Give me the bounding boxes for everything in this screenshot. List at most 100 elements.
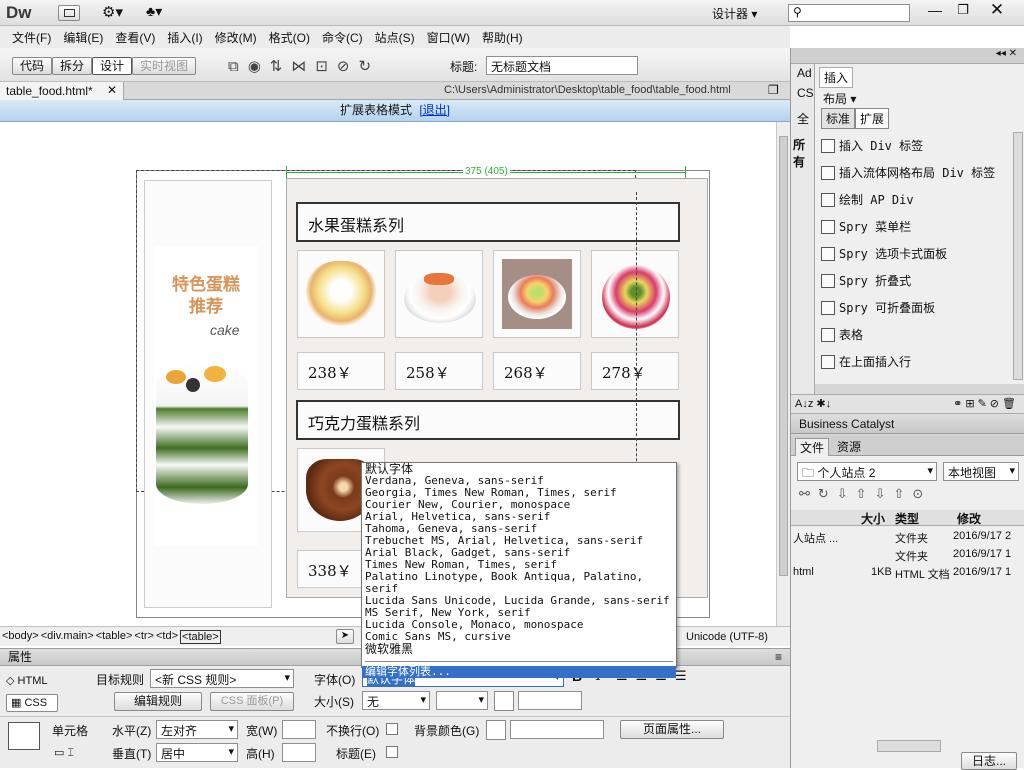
minimize-button[interactable]: — xyxy=(922,2,948,22)
text-color-input[interactable] xyxy=(518,691,582,710)
insert-item[interactable]: Spry 选项卡式面板 xyxy=(821,240,947,267)
insert-scrollbar[interactable] xyxy=(1013,132,1023,380)
files-toolbar-icons[interactable]: ⚯↻⇩⇧⇩⇧⊙ xyxy=(799,486,931,502)
panel-menu-icon[interactable]: ≡ xyxy=(775,649,782,666)
search-input[interactable]: ⚲ xyxy=(788,4,910,22)
site-icon[interactable]: ♣▾ xyxy=(146,3,162,20)
file-row[interactable]: 文件夹 2016/9/17 1 xyxy=(791,546,1024,564)
menu-item[interactable]: 修改(M) xyxy=(209,29,263,46)
category-select[interactable]: 布局 ▾ xyxy=(823,90,856,107)
restore-doc-icon[interactable]: ❐ xyxy=(768,83,779,97)
menu-item[interactable]: 格式(O) xyxy=(263,29,316,46)
header-checkbox[interactable] xyxy=(386,746,398,758)
bg-color-input[interactable] xyxy=(510,720,604,739)
insert-item[interactable]: 表格 xyxy=(821,321,863,348)
cake-image-3[interactable] xyxy=(493,250,581,338)
css-panel-button[interactable]: CSS 面板(P) xyxy=(210,692,294,711)
insert-item[interactable]: Spry 菜单栏 xyxy=(821,213,911,240)
insert-item[interactable]: 插入流体网格布局 Div 标签 xyxy=(821,159,995,186)
menu-item[interactable]: 窗口(W) xyxy=(421,29,476,46)
cake-image-4[interactable] xyxy=(591,250,679,338)
site-select[interactable]: 🗀 个人站点 2 xyxy=(797,462,937,481)
rule-action-icons[interactable]: ⚭⊞✎⊘🗑 xyxy=(953,397,1019,410)
files-hscroll[interactable] xyxy=(877,740,941,752)
tag-item[interactable]: <table> xyxy=(96,630,133,644)
file-row[interactable]: 人站点 ... 文件夹 2016/9/17 2 xyxy=(791,528,1024,546)
tag-item[interactable]: <td> xyxy=(156,630,178,644)
edit-rule-button[interactable]: 编辑规则 xyxy=(114,692,202,711)
log-button[interactable]: 日志... xyxy=(961,752,1017,770)
insert-tab[interactable]: 插入 xyxy=(819,67,854,88)
tag-item[interactable]: <div.main> xyxy=(41,630,94,644)
bg-color-picker[interactable] xyxy=(486,720,506,740)
files-tab[interactable]: 文件 xyxy=(795,438,830,457)
collapsed-tab-css[interactable]: CS xyxy=(797,86,814,100)
font-option[interactable]: 微软雅黑 xyxy=(365,643,673,655)
horiz-select[interactable]: 左对齐 xyxy=(156,720,238,739)
insert-item[interactable]: 在下面插入行 xyxy=(821,375,911,382)
design-view-button[interactable]: 设计 xyxy=(92,57,132,75)
menu-item[interactable]: 站点(S) xyxy=(369,29,421,46)
live-view-button[interactable]: 实时视图 xyxy=(132,57,196,75)
toolbar-icons[interactable]: ⧉◉⇅⋈⊡⊘↻ xyxy=(228,57,380,75)
width-input[interactable] xyxy=(282,720,316,739)
cake-image-2[interactable] xyxy=(395,250,483,338)
insert-item[interactable]: Spry 可折叠面板 xyxy=(821,294,935,321)
insert-item[interactable]: 在上面插入行 xyxy=(821,348,911,375)
html-mode-button[interactable]: ◇ HTML xyxy=(6,674,47,687)
size-unit-select[interactable] xyxy=(436,691,488,710)
col-size[interactable]: 大小 xyxy=(861,510,885,527)
business-catalyst-header[interactable]: Business Catalyst xyxy=(791,414,1024,434)
size-select[interactable]: 无 xyxy=(362,691,430,710)
close-tab-icon[interactable]: ✕ xyxy=(107,83,117,97)
menu-item[interactable]: 编辑(E) xyxy=(57,29,109,46)
workspace-switcher[interactable]: 设计器 ▾ xyxy=(712,5,757,22)
cake-image-1[interactable] xyxy=(297,250,385,338)
nowrap-checkbox[interactable] xyxy=(386,723,398,735)
edit-font-list-item[interactable]: 编辑字体列表... xyxy=(362,666,676,678)
col-modified[interactable]: 修改 xyxy=(957,510,981,527)
css-mode-button[interactable]: ▦ CSS xyxy=(6,694,58,712)
layout-menu-button[interactable] xyxy=(58,5,80,21)
assets-tab[interactable]: 资源 xyxy=(833,438,865,455)
insert-item[interactable]: 绘制 AP Div xyxy=(821,186,914,213)
menu-item[interactable]: 插入(I) xyxy=(161,29,208,46)
font-option[interactable]: Palatino Linotype, Book Antiqua, Palatin… xyxy=(365,571,673,595)
insert-item[interactable]: Spry 折叠式 xyxy=(821,267,911,294)
collapse-icon[interactable]: ◂◂ ✕ xyxy=(996,48,1017,59)
tag-item[interactable]: <table> xyxy=(180,630,221,644)
menu-item[interactable]: 文件(F) xyxy=(6,29,57,46)
title-input[interactable]: 无标题文档 xyxy=(486,56,638,75)
target-rule-select[interactable]: <新 CSS 规则> xyxy=(150,669,294,688)
subtab-standard[interactable]: 标准 xyxy=(821,108,856,129)
vert-select[interactable]: 居中 xyxy=(156,743,238,762)
split-view-button[interactable]: 拆分 xyxy=(52,57,92,75)
height-input[interactable] xyxy=(282,743,316,762)
tab-table-food[interactable]: table_food.html* ✕ xyxy=(0,82,124,100)
scroll-thumb[interactable] xyxy=(779,136,788,576)
select-tool-icon[interactable]: ➤ xyxy=(336,629,354,644)
subtab-extended[interactable]: 扩展 xyxy=(855,108,890,129)
insert-item[interactable]: 插入 Div 标签 xyxy=(821,132,923,159)
text-color-picker[interactable] xyxy=(494,691,514,711)
page-properties-button[interactable]: 页面属性... xyxy=(620,720,724,739)
code-view-button[interactable]: 代码 xyxy=(12,57,52,75)
exit-mode-link[interactable]: [退出] xyxy=(419,103,450,117)
menu-item[interactable]: 命令(C) xyxy=(316,29,369,46)
view-select[interactable]: 本地视图 xyxy=(943,462,1019,481)
collapsed-tab-all[interactable]: 全 xyxy=(797,110,809,127)
gear-icon[interactable]: ⚙▾ xyxy=(102,3,123,21)
tag-item[interactable]: <body> xyxy=(2,630,39,644)
close-button[interactable]: ✕ xyxy=(982,0,1012,22)
collapsed-tab-all-rules[interactable]: 所有 xyxy=(793,136,814,170)
tag-item[interactable]: <tr> xyxy=(134,630,154,644)
col-type[interactable]: 类型 xyxy=(895,510,919,527)
sort-icons[interactable]: A↓z ✱↓ xyxy=(795,397,831,410)
menu-item[interactable]: 帮助(H) xyxy=(476,29,529,46)
menu-item[interactable]: 查看(V) xyxy=(109,29,161,46)
file-row[interactable]: html 1KB HTML 文档 2016/9/17 1 xyxy=(791,564,1024,582)
collapsed-tab-ad[interactable]: Ad xyxy=(797,66,812,80)
restore-button[interactable]: ❐ xyxy=(950,2,976,22)
canvas-scrollbar[interactable] xyxy=(776,122,790,626)
merge-split-icons[interactable]: ▭ ⌶ xyxy=(54,746,74,760)
